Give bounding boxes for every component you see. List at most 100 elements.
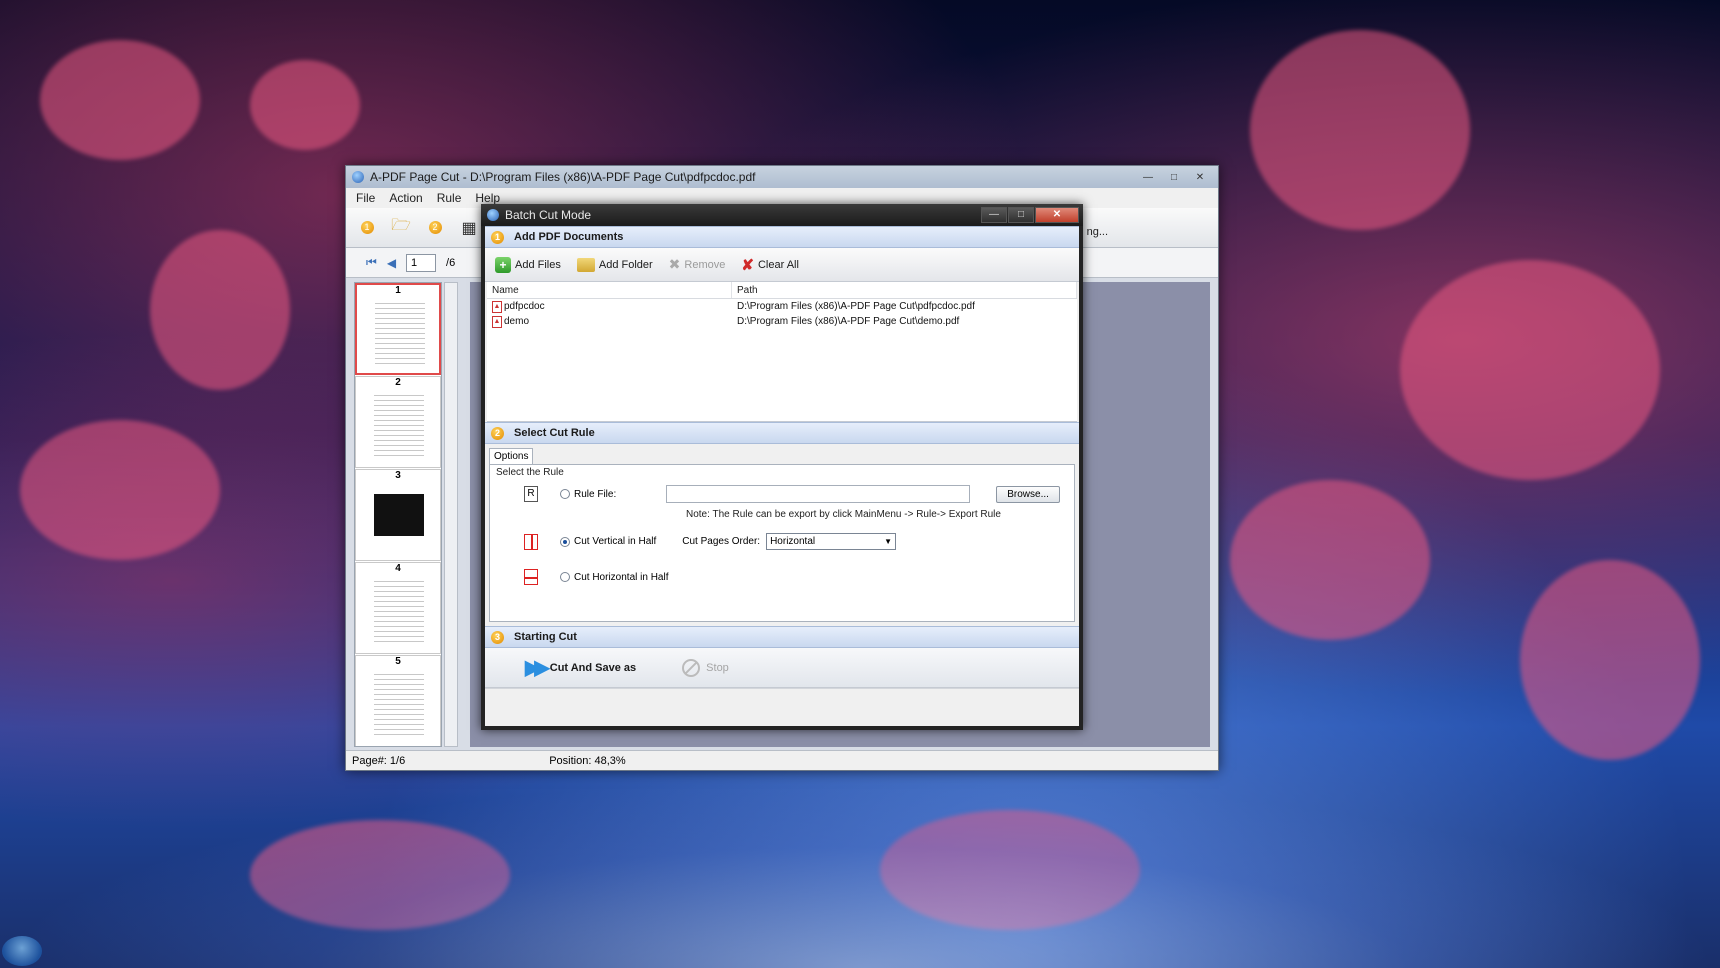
rule-note: Note: The Rule can be export by click Ma… xyxy=(686,509,1001,520)
minimize-icon[interactable]: — xyxy=(1136,170,1160,185)
cut-and-save-label: Cut And Save as xyxy=(549,661,637,674)
cut-pages-order-label: Cut Pages Order: xyxy=(682,536,761,547)
tab-options[interactable]: Options xyxy=(489,448,534,464)
starting-cut-header: 3 Starting Cut xyxy=(485,626,1079,648)
remove-icon: ✖ xyxy=(668,256,681,272)
menu-action[interactable]: Action xyxy=(389,191,422,205)
close-icon[interactable]: ✕ xyxy=(1188,170,1212,185)
pdf-file-icon: ▲ xyxy=(492,300,502,313)
section-title: Add PDF Documents xyxy=(514,231,624,243)
section-title: Starting Cut xyxy=(514,631,577,643)
app-icon xyxy=(352,171,364,183)
chevron-down-icon: ▼ xyxy=(884,537,893,546)
open-folder-icon[interactable]: 🗁 xyxy=(388,215,414,241)
dialog-titlebar: Batch Cut Mode — □ ✕ xyxy=(481,204,1083,226)
add-folder-label: Add Folder xyxy=(598,258,653,271)
page-number-input[interactable]: 1 xyxy=(406,253,437,272)
thumbnail-scrollbar[interactable] xyxy=(444,282,458,747)
column-path[interactable]: Path xyxy=(732,282,1077,298)
file-row[interactable]: ▲ pdfpcdoc D:\Program Files (x86)\A-PDF P… xyxy=(487,299,1077,314)
cut-pages-order-value: Horizontal xyxy=(770,536,816,547)
browse-button[interactable]: Browse... xyxy=(996,485,1060,503)
step-badge: 1 xyxy=(491,230,504,244)
grid-icon[interactable]: ▦ xyxy=(456,215,482,241)
cut-horizontal-row: Cut Horizontal in Half xyxy=(524,569,668,585)
thumbnail-number: 2 xyxy=(395,377,401,388)
thumbnail-page[interactable]: 4 xyxy=(355,562,441,654)
batch-cut-dialog: Batch Cut Mode — □ ✕ 1 Add PDF Documents… xyxy=(481,204,1083,730)
options-panel: Select the Rule R Rule File: Browse... N… xyxy=(489,464,1075,622)
previous-page-icon[interactable]: ◀ xyxy=(387,256,396,270)
status-page: Page#: 1/6 xyxy=(352,754,406,767)
cut-action-bar: ▶▶ Cut And Save as Stop xyxy=(485,648,1079,688)
step-two-icon[interactable]: 2 xyxy=(422,215,448,241)
cut-horizontal-icon xyxy=(524,569,538,585)
pdf-file-icon: ▲ xyxy=(492,315,502,328)
step-one-icon[interactable]: 1 xyxy=(354,215,380,241)
dialog-maximize-icon[interactable]: □ xyxy=(1008,207,1034,223)
select-rule-header: 2 Select Cut Rule xyxy=(485,422,1079,444)
dialog-app-icon xyxy=(487,209,499,221)
dialog-minimize-icon[interactable]: — xyxy=(981,207,1007,223)
thumbnail-number: 1 xyxy=(395,285,401,296)
add-folder-button[interactable]: Add Folder xyxy=(576,257,653,272)
step-badge: 2 xyxy=(491,426,504,440)
step-badge: 3 xyxy=(491,630,504,644)
status-position: Position: 48,3% xyxy=(549,754,626,767)
add-documents-header: 1 Add PDF Documents xyxy=(485,226,1079,248)
cut-and-save-button[interactable]: ▶▶ Cut And Save as xyxy=(525,655,636,680)
add-folder-icon xyxy=(576,257,595,272)
file-row[interactable]: ▲ demo D:\Program Files (x86)\A-PDF Page … xyxy=(487,314,1077,329)
menu-rule[interactable]: Rule xyxy=(437,191,462,205)
cut-pages-order-select[interactable]: Horizontal ▼ xyxy=(766,533,897,550)
cut-vertical-label: Cut Vertical in Half xyxy=(574,536,657,547)
rule-file-icon: R xyxy=(524,486,538,502)
main-titlebar: A-PDF Page Cut - D:\Program Files (x86)\… xyxy=(346,166,1218,188)
dialog-title: Batch Cut Mode xyxy=(505,208,592,222)
section-title: Select Cut Rule xyxy=(514,427,595,439)
thumbnail-panel: 1 2 3 4 5 xyxy=(354,282,442,747)
stop-icon xyxy=(682,658,701,677)
file-list[interactable]: Name Path ▲ pdfpcdoc D:\Program Files (x8… xyxy=(487,282,1077,422)
clear-all-icon: ✘ xyxy=(741,256,754,274)
dialog-close-icon[interactable]: ✕ xyxy=(1035,207,1079,223)
thumbnail-page[interactable]: 1 xyxy=(355,283,441,375)
stop-button[interactable]: Stop xyxy=(682,658,729,677)
remove-label: Remove xyxy=(684,258,726,271)
cut-vertical-radio[interactable] xyxy=(560,536,570,547)
add-files-button[interactable]: + Add Files xyxy=(495,256,561,273)
file-name: pdfpcdoc xyxy=(504,301,545,312)
thumbnail-page[interactable]: 2 xyxy=(355,376,441,468)
toolbar-hint-text: ng... xyxy=(1086,226,1108,238)
statusbar: Page#: 1/6 Position: 48,3% xyxy=(346,750,1218,770)
cut-vertical-row: Cut Vertical in Half Cut Pages Order: Ho… xyxy=(524,533,897,550)
page-total: /6 xyxy=(446,256,456,269)
cut-horizontal-label: Cut Horizontal in Half xyxy=(574,571,669,583)
documents-toolbar: + Add Files Add Folder ✖ Remove ✘ Clear … xyxy=(485,248,1079,282)
clear-all-label: Clear All xyxy=(757,258,799,271)
thumbnail-page[interactable]: 5 xyxy=(355,655,441,746)
start-button[interactable] xyxy=(2,936,42,966)
file-path: D:\Program Files (x86)\A-PDF Page Cut\de… xyxy=(737,316,960,327)
cut-vertical-icon xyxy=(524,533,538,550)
column-name[interactable]: Name xyxy=(487,282,732,298)
rule-file-input[interactable] xyxy=(666,485,971,503)
rule-file-label: Rule File: xyxy=(574,488,617,500)
fast-forward-icon: ▶▶ xyxy=(525,657,550,679)
main-window-title: A-PDF Page Cut - D:\Program Files (x86)\… xyxy=(370,170,756,184)
maximize-icon[interactable]: □ xyxy=(1162,170,1186,185)
rule-file-row: R Rule File: Browse... xyxy=(524,485,1060,503)
clear-all-button[interactable]: ✘ Clear All xyxy=(741,256,799,274)
thumbnail-page[interactable]: 3 xyxy=(355,469,441,561)
remove-button[interactable]: ✖ Remove xyxy=(669,256,726,273)
rule-file-radio[interactable] xyxy=(560,489,570,499)
menu-file[interactable]: File xyxy=(356,191,375,205)
thumbnail-number: 4 xyxy=(395,563,401,574)
panel-splitter[interactable] xyxy=(460,282,468,747)
menu-help[interactable]: Help xyxy=(475,191,500,205)
thumbnail-number: 5 xyxy=(395,656,401,667)
cut-horizontal-radio[interactable] xyxy=(560,572,570,582)
thumbnail-number: 3 xyxy=(395,470,401,481)
first-page-icon[interactable]: ⏮ xyxy=(366,255,377,270)
stop-label: Stop xyxy=(706,661,729,674)
